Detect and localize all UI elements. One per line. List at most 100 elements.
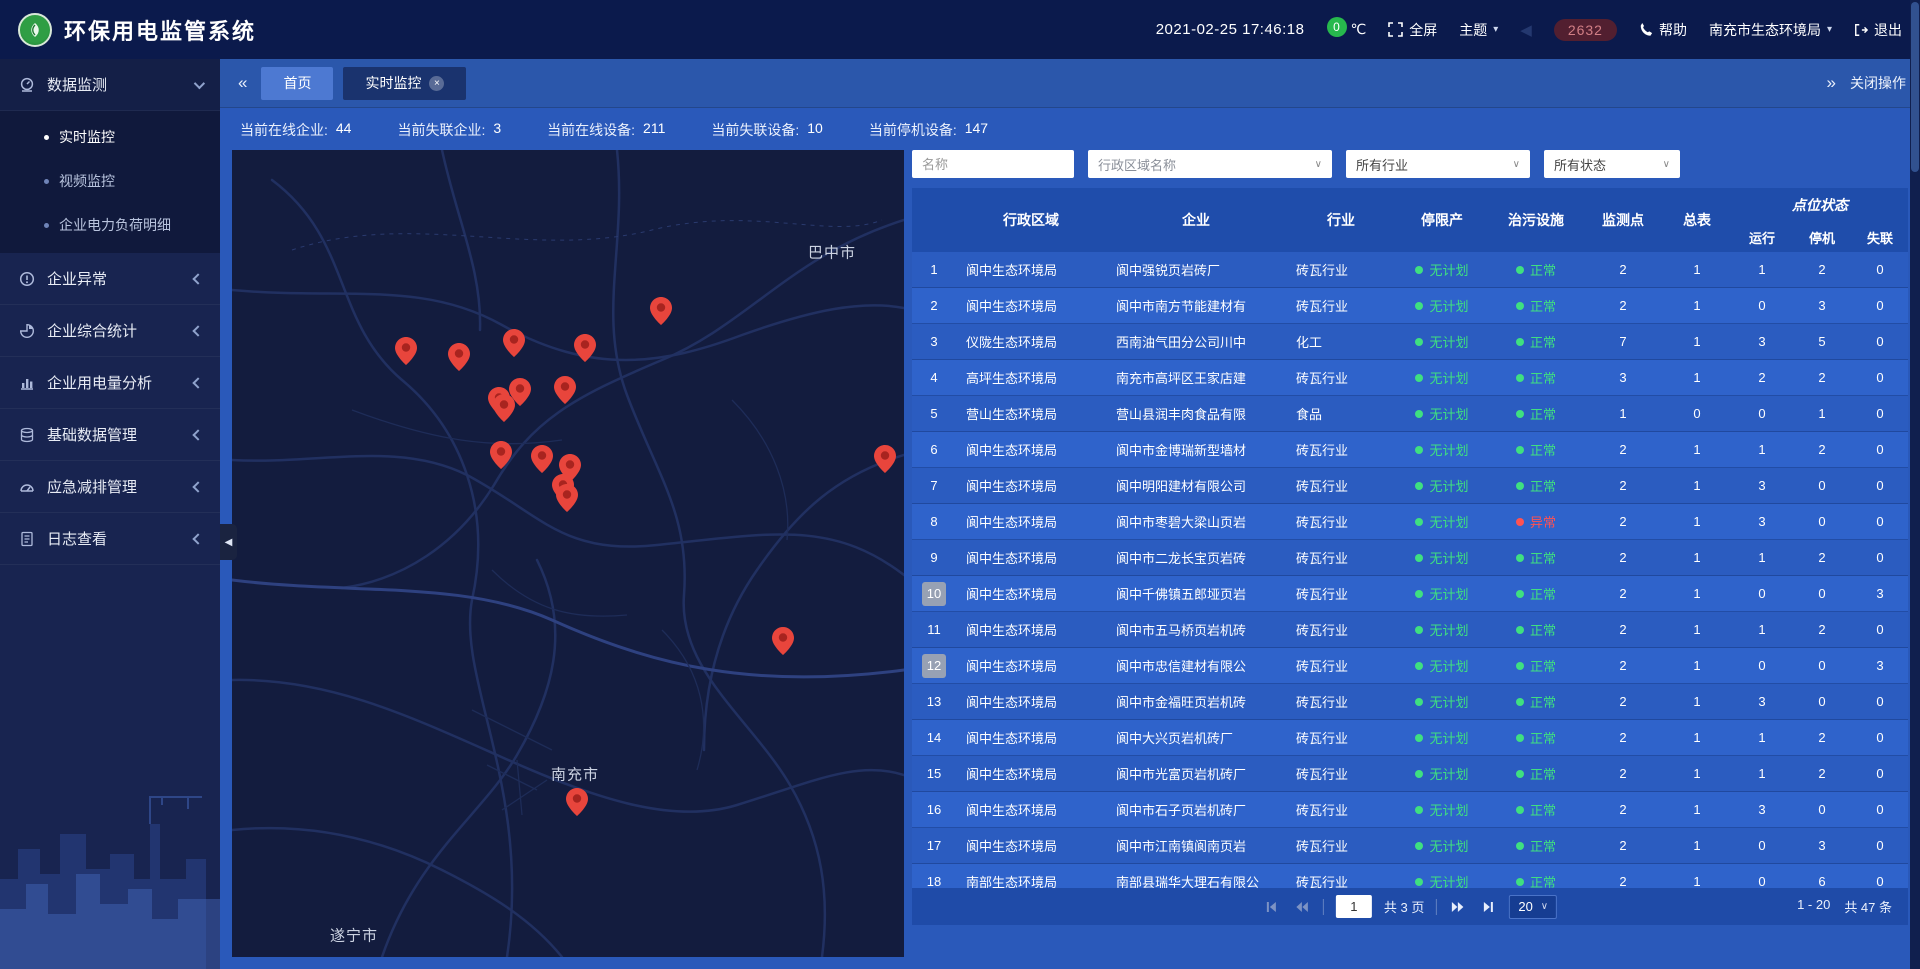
sound-icon[interactable]: ◀ — [1520, 21, 1532, 39]
row-region: 阆中生态环境局 — [956, 828, 1106, 863]
row-index: 16 — [912, 792, 956, 827]
map-pin[interactable] — [490, 441, 512, 469]
table-row[interactable]: 4高坪生态环境局南充市高坪区王家店建砖瓦行业无计划正常31220 — [912, 360, 1908, 396]
bullet-icon — [44, 135, 49, 140]
sidebar-group-label: 日志查看 — [47, 528, 107, 549]
table-row[interactable]: 14阆中生态环境局阆中大兴页岩机砖厂砖瓦行业无计划正常21120 — [912, 720, 1908, 756]
close-operations-button[interactable]: 关闭操作 — [1850, 73, 1906, 93]
map-pin[interactable] — [554, 376, 576, 404]
row-industry: 砖瓦行业 — [1286, 720, 1396, 755]
first-page-button[interactable] — [1263, 898, 1281, 916]
map-pin[interactable] — [493, 394, 515, 422]
industry-select[interactable]: 所有行业 ∨ — [1346, 150, 1530, 178]
close-icon[interactable]: × — [429, 76, 444, 91]
table-row[interactable]: 18南部生态环境局南部县瑞华大理石有限公砖瓦行业无计划正常21060 — [912, 864, 1908, 888]
sidebar-group-base-data[interactable]: 基础数据管理 — [0, 409, 220, 461]
row-index: 18 — [912, 864, 956, 888]
row-region: 营山生态环境局 — [956, 396, 1106, 431]
row-run: 2 — [1732, 360, 1792, 395]
map-canvas[interactable]: 巴中市南充市遂宁市 — [232, 150, 904, 957]
row-limit-status: 无计划 — [1396, 684, 1488, 719]
map-pin[interactable] — [531, 445, 553, 473]
bullet-icon — [44, 179, 49, 184]
table-row[interactable]: 5营山生态环境局营山县润丰肉食品有限食品无计划正常10010 — [912, 396, 1908, 432]
weather-temperature: 0 ℃ — [1327, 21, 1367, 38]
row-meters: 1 — [1662, 504, 1732, 539]
sidebar-group-log-view[interactable]: 日志查看 — [0, 513, 220, 565]
app-logo-icon — [18, 13, 52, 47]
row-points: 2 — [1584, 792, 1662, 827]
table-row[interactable]: 2阆中生态环境局阆中市南方节能建材有砖瓦行业无计划正常21030 — [912, 288, 1908, 324]
table-row[interactable]: 6阆中生态环境局阆中市金博瑞新型墙材砖瓦行业无计划正常21120 — [912, 432, 1908, 468]
prev-page-button[interactable] — [1293, 898, 1311, 916]
sidebar-group-data-monitoring[interactable]: 数据监测 — [0, 59, 220, 111]
region-select[interactable]: 行政区域名称 ∨ — [1088, 150, 1332, 178]
table-row[interactable]: 16阆中生态环境局阆中市石子页岩机砖厂砖瓦行业无计划正常21300 — [912, 792, 1908, 828]
map-pin[interactable] — [556, 484, 578, 512]
sidebar-item-video-monitor[interactable]: 视频监控 — [0, 159, 220, 203]
row-industry: 砖瓦行业 — [1286, 252, 1396, 287]
row-limit-status: 无计划 — [1396, 792, 1488, 827]
status-select[interactable]: 所有状态 ∨ — [1544, 150, 1680, 178]
row-meters: 1 — [1662, 252, 1732, 287]
row-run: 0 — [1732, 396, 1792, 431]
org-dropdown[interactable]: 南充市生态环境局 ▾ — [1709, 20, 1832, 40]
table-row[interactable]: 9阆中生态环境局阆中市二龙长宝页岩砖砖瓦行业无计划正常21120 — [912, 540, 1908, 576]
table-row[interactable]: 7阆中生态环境局阆中明阳建材有限公司砖瓦行业无计划正常21300 — [912, 468, 1908, 504]
tab-realtime-monitor[interactable]: 实时监控 × — [343, 67, 466, 100]
sidebar-group-emergency-reduction[interactable]: 应急减排管理 — [0, 461, 220, 513]
alarm-count-badge[interactable]: 2632 — [1554, 19, 1617, 41]
row-limit-status: 无计划 — [1396, 396, 1488, 431]
document-icon — [18, 530, 35, 547]
name-search-input[interactable] — [912, 150, 1074, 178]
stats-bar: 当前在线企业:44 当前失联企业:3 当前在线设备:211 当前失联设备:10 … — [232, 114, 1908, 146]
sidebar-submenu: 实时监控 视频监控 企业电力负荷明细 — [0, 111, 220, 253]
col-stop: 停机 — [1792, 222, 1852, 252]
next-page-button[interactable] — [1449, 898, 1467, 916]
tab-home[interactable]: 首页 — [261, 67, 333, 100]
sidebar-item-realtime-monitor[interactable]: 实时监控 — [0, 115, 220, 159]
pagination-bar: 1 共 3 页 20 ∨ 1 - 20 共 47 — [912, 888, 1908, 925]
table-row[interactable]: 10阆中生态环境局阆中千佛镇五郎垭页岩砖瓦行业无计划正常21003 — [912, 576, 1908, 612]
sidebar-group-enterprise-statistics[interactable]: 企业综合统计 — [0, 305, 220, 357]
logout-button[interactable]: 退出 — [1854, 20, 1902, 40]
sidebar-group-enterprise-abnormal[interactable]: 企业异常 — [0, 253, 220, 305]
row-stop: 1 — [1792, 396, 1852, 431]
page-size-select[interactable]: 20 ∨ — [1509, 895, 1557, 919]
sidebar-group-power-analysis[interactable]: 企业用电量分析 — [0, 357, 220, 409]
row-industry: 砖瓦行业 — [1286, 432, 1396, 467]
map-pin[interactable] — [566, 788, 588, 816]
map-roads-decoration — [232, 150, 904, 957]
temperature-badge: 0 — [1327, 17, 1347, 37]
table-row[interactable]: 17阆中生态环境局阆中市江南镇阆南页岩砖瓦行业无计划正常21030 — [912, 828, 1908, 864]
fullscreen-button[interactable]: 全屏 — [1388, 20, 1437, 40]
table-row[interactable]: 11阆中生态环境局阆中市五马桥页岩机砖砖瓦行业无计划正常21120 — [912, 612, 1908, 648]
table-row[interactable]: 13阆中生态环境局阆中市金福旺页岩机砖砖瓦行业无计划正常21300 — [912, 684, 1908, 720]
last-page-button[interactable] — [1479, 898, 1497, 916]
row-points: 7 — [1584, 324, 1662, 359]
map-pin[interactable] — [772, 627, 794, 655]
tabs-scroll-right-button[interactable]: » — [1823, 73, 1840, 93]
table-row[interactable]: 1阆中生态环境局阆中强锐页岩砖厂砖瓦行业无计划正常21120 — [912, 252, 1908, 288]
sidebar-item-power-load-detail[interactable]: 企业电力负荷明细 — [0, 203, 220, 247]
tabs-scroll-left-button[interactable]: « — [234, 73, 251, 93]
map-pin[interactable] — [874, 445, 896, 473]
chevron-left-icon — [192, 273, 203, 284]
map-pin[interactable] — [395, 337, 417, 365]
map-pin[interactable] — [650, 297, 672, 325]
map-pin[interactable] — [574, 334, 596, 362]
scrollbar-thumb[interactable] — [1911, 2, 1919, 172]
scrollbar-track[interactable] — [1910, 0, 1920, 969]
table-row[interactable]: 8阆中生态环境局阆中市枣碧大梁山页岩砖瓦行业无计划异常21300 — [912, 504, 1908, 540]
theme-dropdown[interactable]: 主题 ▾ — [1459, 20, 1498, 40]
page-number-input[interactable]: 1 — [1336, 895, 1372, 918]
table-row[interactable]: 12阆中生态环境局阆中市忠信建材有限公砖瓦行业无计划正常21003 — [912, 648, 1908, 684]
map-pin[interactable] — [503, 329, 525, 357]
row-meters: 1 — [1662, 288, 1732, 323]
help-button[interactable]: 帮助 — [1639, 20, 1687, 40]
row-limit-status: 无计划 — [1396, 324, 1488, 359]
table-row[interactable]: 15阆中生态环境局阆中市光富页岩机砖厂砖瓦行业无计划正常21120 — [912, 756, 1908, 792]
sidebar-collapse-button[interactable]: ◀ — [220, 524, 237, 560]
table-row[interactable]: 3仪陇生态环境局西南油气田分公司川中化工无计划正常71350 — [912, 324, 1908, 360]
map-pin[interactable] — [448, 343, 470, 371]
